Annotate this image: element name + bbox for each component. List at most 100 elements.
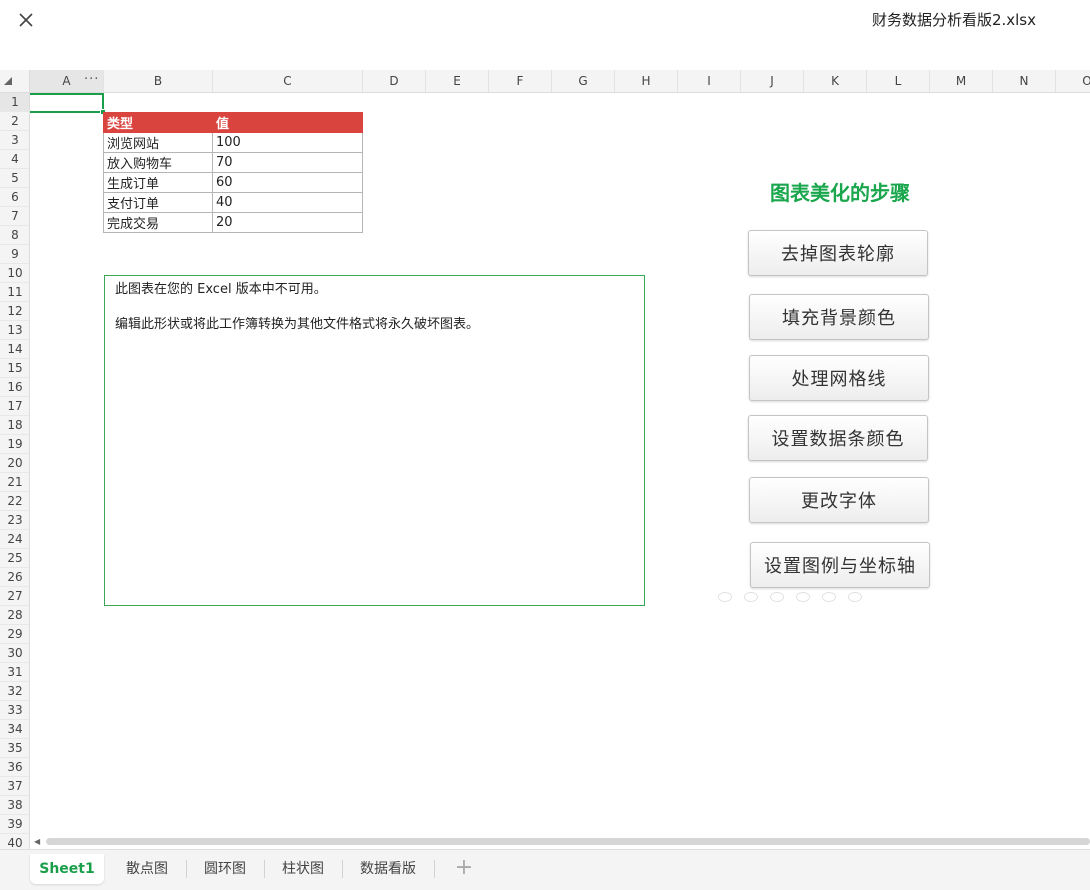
row-header-11[interactable]: 11 — [0, 283, 29, 302]
tab-sheet1[interactable]: Sheet1 — [30, 854, 104, 884]
table-row: 完成交易 20 — [103, 212, 363, 233]
row-header-24[interactable]: 24 — [0, 530, 29, 549]
tab-dashboard[interactable]: 数据看版 — [346, 854, 430, 884]
row-header-26[interactable]: 26 — [0, 568, 29, 587]
row-header-8[interactable]: 8 — [0, 226, 29, 245]
row-header-28[interactable]: 28 — [0, 606, 29, 625]
table-cell[interactable]: 支付订单 — [103, 192, 213, 213]
column-header-m[interactable]: M — [930, 70, 993, 92]
select-all-corner[interactable] — [0, 70, 30, 93]
row-header-9[interactable]: 9 — [0, 245, 29, 264]
row-header-19[interactable]: 19 — [0, 435, 29, 454]
faint-icon — [822, 592, 836, 602]
add-sheet-icon[interactable]: + — [452, 853, 476, 883]
table-cell[interactable]: 生成订单 — [103, 172, 213, 193]
row-header-18[interactable]: 18 — [0, 416, 29, 435]
column-header-c[interactable]: C — [213, 70, 363, 92]
row-header-30[interactable]: 30 — [0, 644, 29, 663]
row-header-22[interactable]: 22 — [0, 492, 29, 511]
close-icon[interactable] — [14, 8, 38, 32]
column-header-l[interactable]: L — [867, 70, 930, 92]
tab-separator — [342, 860, 343, 878]
table-header-type[interactable]: 类型 — [103, 112, 213, 133]
faint-icon — [744, 592, 758, 602]
table-cell[interactable]: 完成交易 — [103, 212, 213, 233]
row-header-33[interactable]: 33 — [0, 701, 29, 720]
table-row: 浏览网站 100 — [103, 132, 363, 153]
row-header-31[interactable]: 31 — [0, 663, 29, 682]
row-header-12[interactable]: 12 — [0, 302, 29, 321]
row-header-15[interactable]: 15 — [0, 359, 29, 378]
row-header-6[interactable]: 6 — [0, 188, 29, 207]
tab-column[interactable]: 柱状图 — [268, 854, 338, 884]
chart-unavailable-message: 此图表在您的 Excel 版本中不可用。 — [115, 282, 327, 297]
row-header-5[interactable]: 5 — [0, 169, 29, 188]
step-bar-color-button[interactable]: 设置数据条颜色 — [748, 415, 928, 461]
tab-scatter[interactable]: 散点图 — [112, 854, 182, 884]
table-header-row: 类型 值 — [103, 112, 363, 133]
column-header-b[interactable]: B — [104, 70, 213, 92]
row-header-29[interactable]: 29 — [0, 625, 29, 644]
column-header-g[interactable]: G — [552, 70, 615, 92]
row-header-39[interactable]: 39 — [0, 815, 29, 834]
selected-cell[interactable] — [30, 93, 106, 115]
row-header-14[interactable]: 14 — [0, 340, 29, 359]
row-header-27[interactable]: 27 — [0, 587, 29, 606]
row-header-4[interactable]: 4 — [0, 150, 29, 169]
row-header-38[interactable]: 38 — [0, 796, 29, 815]
table-cell[interactable]: 浏览网站 — [103, 132, 213, 153]
step-gridlines-button[interactable]: 处理网格线 — [749, 355, 929, 401]
column-header-n[interactable]: N — [993, 70, 1056, 92]
step-legend-axis-button[interactable]: 设置图例与坐标轴 — [750, 542, 930, 588]
faint-icon — [770, 592, 784, 602]
table-cell[interactable]: 放入购物车 — [103, 152, 213, 173]
column-header-k[interactable]: K — [804, 70, 867, 92]
step-remove-outline-button[interactable]: 去掉图表轮廓 — [748, 230, 928, 276]
row-header-17[interactable]: 17 — [0, 397, 29, 416]
row-header-25[interactable]: 25 — [0, 549, 29, 568]
column-header-j[interactable]: J — [741, 70, 804, 92]
row-header-7[interactable]: 7 — [0, 207, 29, 226]
column-header-o[interactable]: O — [1056, 70, 1090, 92]
scroll-left-icon[interactable]: ◀ — [34, 837, 40, 846]
row-header-21[interactable]: 21 — [0, 473, 29, 492]
table-cell[interactable]: 100 — [212, 132, 363, 153]
table-header-value[interactable]: 值 — [212, 112, 363, 133]
column-header-h[interactable]: H — [615, 70, 678, 92]
step-fill-background-button[interactable]: 填充背景颜色 — [749, 294, 929, 340]
horizontal-scrollbar[interactable]: ◀ — [30, 835, 1090, 849]
table-cell[interactable]: 40 — [212, 192, 363, 213]
row-header-32[interactable]: 32 — [0, 682, 29, 701]
step-change-font-button[interactable]: 更改字体 — [749, 477, 929, 523]
chart-warning-message: 编辑此形状或将此工作簿转换为其他文件格式将永久破坏图表。 — [115, 317, 480, 332]
row-header-37[interactable]: 37 — [0, 777, 29, 796]
sheet-grid[interactable]: 类型 值 浏览网站 100 放入购物车 70 生成订单 60 支付订单 40 完… — [30, 93, 1090, 835]
column-header-e[interactable]: E — [426, 70, 489, 92]
row-header-2[interactable]: 2 — [0, 112, 29, 131]
row-header-35[interactable]: 35 — [0, 739, 29, 758]
column-headers: A ··· B C D E F G H I J K L M N O — [30, 70, 1090, 93]
title-bar: 财务数据分析看版2.xlsx — [0, 0, 1090, 70]
table-cell[interactable]: 60 — [212, 172, 363, 193]
faint-icon — [848, 592, 862, 602]
column-more-icon[interactable]: ··· — [84, 70, 99, 92]
row-header-10[interactable]: 10 — [0, 264, 29, 283]
row-header-34[interactable]: 34 — [0, 720, 29, 739]
column-header-d[interactable]: D — [363, 70, 426, 92]
table-row: 生成订单 60 — [103, 172, 363, 193]
tab-donut[interactable]: 圆环图 — [190, 854, 260, 884]
row-header-3[interactable]: 3 — [0, 131, 29, 150]
row-header-23[interactable]: 23 — [0, 511, 29, 530]
tab-separator — [434, 860, 435, 878]
table-cell[interactable]: 70 — [212, 152, 363, 173]
table-cell[interactable]: 20 — [212, 212, 363, 233]
row-header-16[interactable]: 16 — [0, 378, 29, 397]
row-header-1[interactable]: 1 — [0, 93, 29, 112]
row-header-13[interactable]: 13 — [0, 321, 29, 340]
scrollbar-thumb[interactable] — [46, 838, 1090, 845]
column-header-i[interactable]: I — [678, 70, 741, 92]
chart-placeholder[interactable]: 此图表在您的 Excel 版本中不可用。 编辑此形状或将此工作簿转换为其他文件格… — [104, 275, 645, 606]
row-header-20[interactable]: 20 — [0, 454, 29, 473]
row-header-36[interactable]: 36 — [0, 758, 29, 777]
column-header-f[interactable]: F — [489, 70, 552, 92]
